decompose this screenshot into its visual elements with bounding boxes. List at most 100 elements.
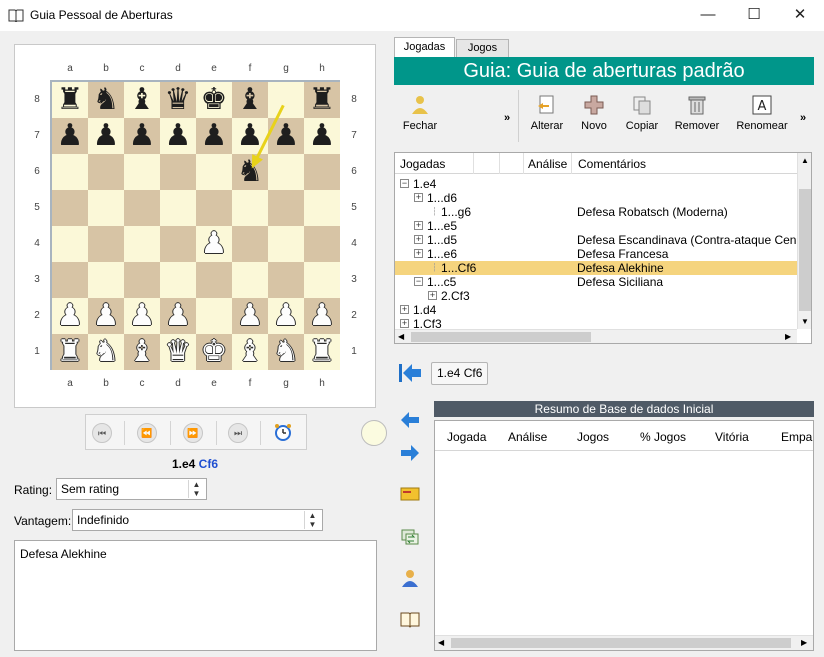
first-move-button[interactable]: ⏮ [92,423,112,443]
advantage-select[interactable]: Indefinido ▲ ▼ [72,509,323,531]
scroll-thumb[interactable] [451,638,791,648]
tree-row[interactable]: ┆ 1...Cf6 Defesa Alekhine [395,261,797,275]
tree-row[interactable]: +2.Cf3 [395,289,797,303]
scroll-up-icon[interactable]: ▲ [801,156,809,165]
black-move: Cf6 [198,457,219,471]
scroll-left-icon[interactable]: ◀ [398,332,404,341]
svg-text:A: A [758,99,767,114]
new-button[interactable]: Novo [576,92,612,142]
card-icon[interactable] [399,484,421,504]
scroll-left-icon[interactable]: ◀ [438,638,444,647]
tree-row[interactable]: −1...c5 Defesa Siciliana [395,275,797,289]
right-arrow-icon[interactable] [399,443,421,463]
scroll-right-icon[interactable]: ▶ [801,638,807,647]
tree-row-move: 1...g6 [441,205,472,219]
scroll-down-icon[interactable]: ▼ [801,317,809,326]
tree-row-comment: Defesa Francesa [577,247,669,261]
toolbar-separator [518,90,519,142]
tree-row[interactable]: +1...e6 Defesa Francesa [395,247,797,261]
expand-icon[interactable]: + [414,249,423,258]
header-analysis[interactable]: Análise [528,157,567,171]
tree-row[interactable]: −1.e4 [395,177,797,191]
more-tools-button-2[interactable]: » [800,112,806,124]
book-icon [8,9,24,22]
moves-tree[interactable]: Jogadas Análise Comentários −1.e4 +1...d6… [394,152,812,344]
maximize-button[interactable]: ☐ [731,0,777,31]
swap-database-icon[interactable] [399,527,421,547]
db-horizontal-scrollbar[interactable]: ◀ ▶ [435,635,813,650]
move-history-button[interactable]: 1.e4 Cf6 [431,362,489,385]
close-button[interactable]: ✕ [777,0,823,31]
close-guide-button[interactable]: Fechar [398,92,442,142]
header-comments[interactable]: Comentários [578,157,646,171]
next-move-button[interactable]: ⏩ [183,423,203,443]
db-header-analysis[interactable]: Análise [508,430,547,444]
tree-guide-line: ┆ [432,263,437,272]
scroll-thumb[interactable] [799,189,811,311]
spin-arrows-icon: ▲ ▼ [304,511,320,529]
move-navigation-bar: ⏮ ⏪ ⏩ ⏭ [85,414,307,450]
rename-button[interactable]: A Renomear [734,92,790,142]
trash-icon [688,96,706,115]
tree-row-move: 1...d5 [427,233,458,247]
header-separator [523,153,524,174]
alarm-clock-icon[interactable] [273,422,293,442]
more-tools-button-1[interactable]: » [504,112,510,124]
remove-button[interactable]: Remover [672,92,722,142]
database-summary-title: Resumo de Base de dados Inicial [434,401,814,417]
turn-indicator [361,420,387,446]
tree-row-comment: Defesa Robatsch (Moderna) [577,205,728,219]
nav-separator [216,421,217,445]
header-separator [473,153,474,174]
tab-jogos[interactable]: Jogos [456,39,509,57]
tree-row-comment: Defesa Alekhine [577,261,664,275]
tree-row-move: 1...c5 [427,275,457,289]
board-panel: abcdefgh abcdefgh 87654321 87654321 ♜ ♞ ♝ ♛… [14,44,387,446]
collapse-icon[interactable]: − [400,179,409,188]
expand-icon[interactable]: + [400,305,409,314]
db-header-wins[interactable]: Vitória [715,430,749,444]
scroll-thumb[interactable] [411,332,591,342]
database-summary-table[interactable]: Jogada Análise Jogos % Jogos Vitória Emp… [434,420,814,651]
spin-arrows-icon: ▲ ▼ [188,480,204,498]
arrow-shaft [254,104,285,161]
expand-icon[interactable]: + [414,193,423,202]
plus-icon [584,95,604,115]
tree-row[interactable]: +1.d4 [395,303,797,317]
last-move-button[interactable]: ⏭ [228,423,248,443]
users-icon[interactable] [399,568,421,588]
collapse-icon[interactable]: − [414,277,423,286]
nav-separator [124,421,125,445]
db-header-draws[interactable]: Empa [781,430,812,444]
tree-row[interactable]: ┆ 1...g6 Defesa Robatsch (Moderna) [395,205,797,219]
tree-row-comment: Defesa Escandinava (Contra-ataque Cen [577,233,797,247]
tree-horizontal-scrollbar[interactable]: ◀ ▶ [395,329,797,343]
header-separator [499,153,500,174]
tree-row[interactable]: +1...d5 Defesa Escandinava (Contra-ataque… [395,233,797,247]
rating-select[interactable]: Sem rating ▲ ▼ [56,478,207,500]
expand-icon[interactable]: + [414,221,423,230]
db-header-move[interactable]: Jogada [447,430,486,444]
edit-button[interactable]: Alterar [526,92,568,142]
previous-move-button[interactable]: ⏪ [137,423,157,443]
header-moves[interactable]: Jogadas [400,157,445,171]
back-arrow-icon[interactable] [398,362,422,384]
minimize-button[interactable]: — [685,0,731,31]
expand-icon[interactable]: + [428,291,437,300]
tab-jogadas[interactable]: Jogadas [394,37,455,57]
scroll-right-icon[interactable]: ▶ [785,332,791,341]
expand-icon[interactable]: + [400,319,409,328]
comment-textarea[interactable]: Defesa Alekhine [14,540,377,651]
window-title: Guia Pessoal de Aberturas [30,8,173,22]
expand-icon[interactable]: + [414,235,423,244]
db-header-games[interactable]: Jogos [577,430,609,444]
left-arrow-icon[interactable] [399,410,421,430]
tree-row-move: 1.e4 [413,177,437,191]
db-header-percent-games[interactable]: % Jogos [640,430,686,444]
person-icon [412,96,428,114]
tree-row[interactable]: +1...d6 [395,191,797,205]
open-book-icon[interactable] [399,609,421,629]
tree-vertical-scrollbar[interactable]: ▲ ▼ [797,153,811,329]
tree-row[interactable]: +1...e5 [395,219,797,233]
copy-button[interactable]: Copiar [622,92,662,142]
